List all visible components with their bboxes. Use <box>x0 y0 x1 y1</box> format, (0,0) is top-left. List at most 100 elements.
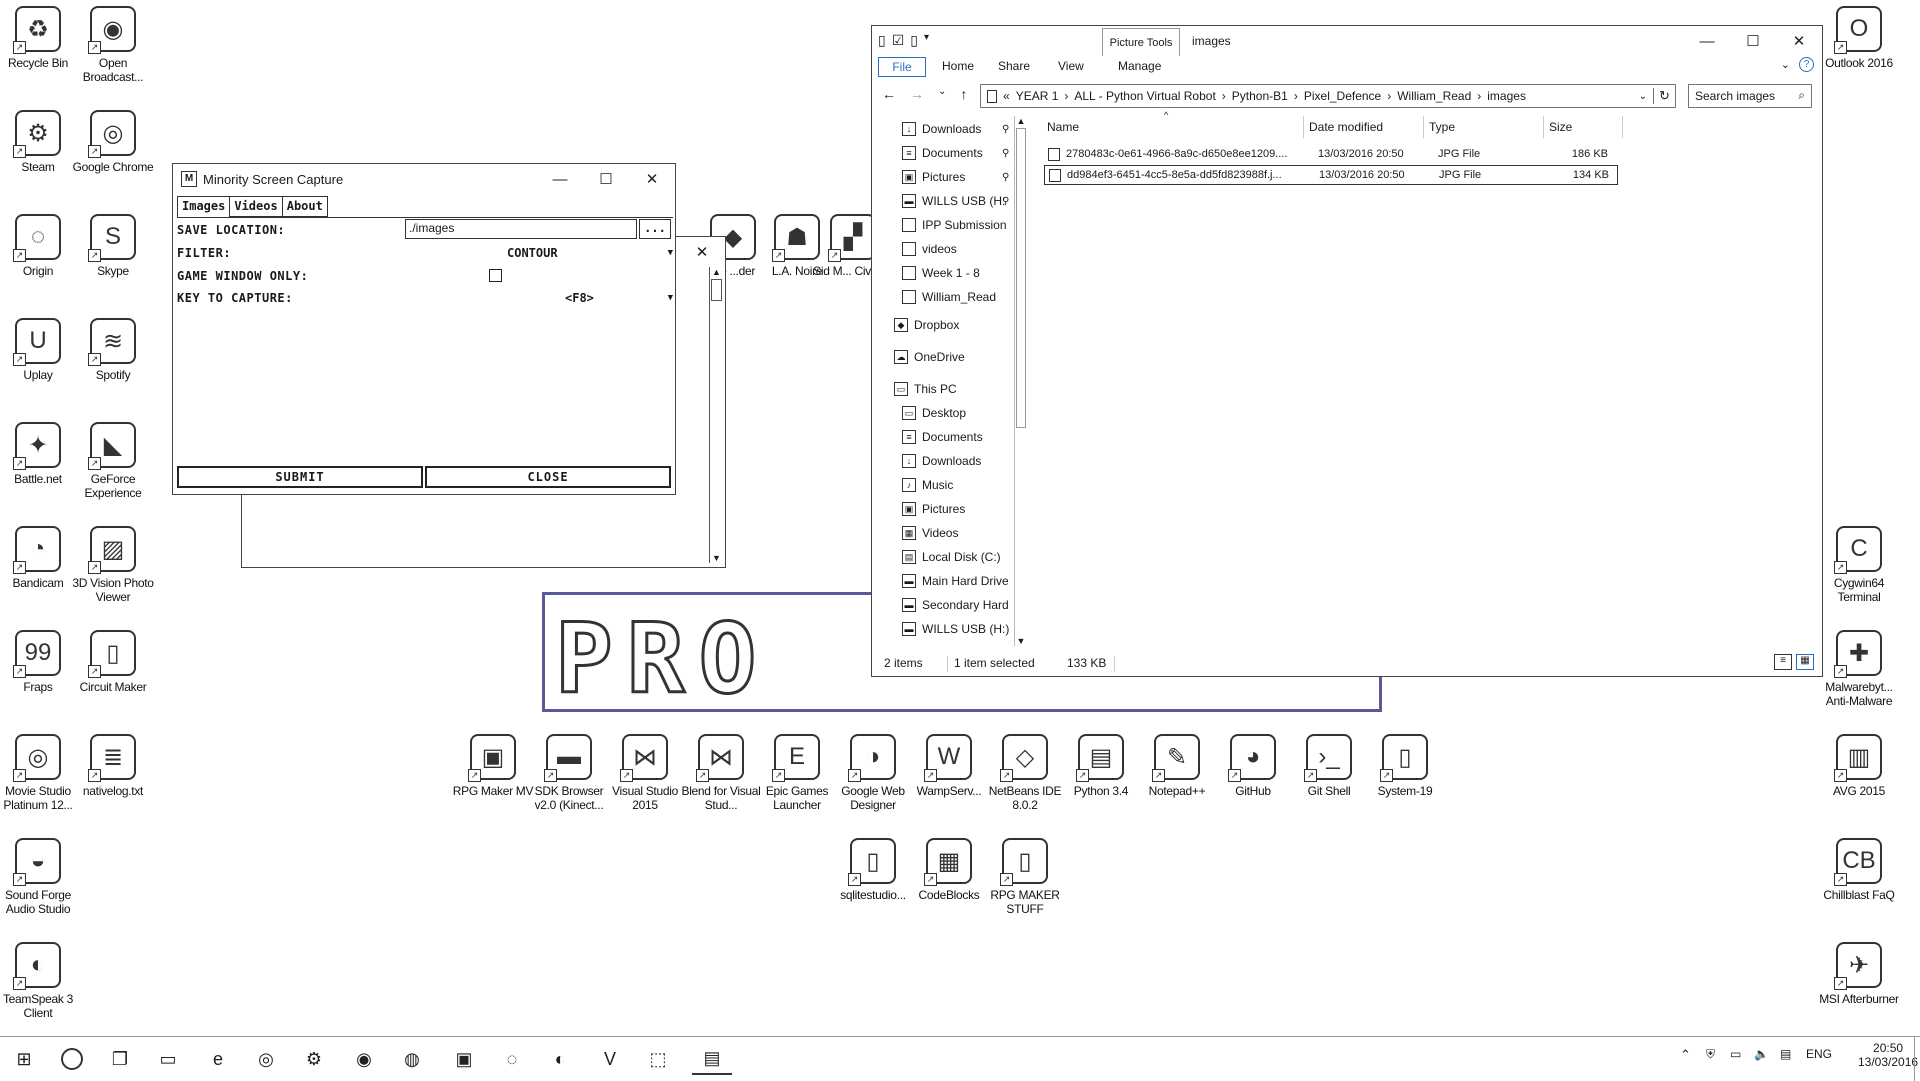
python-idle-icon[interactable]: ⬚ <box>642 1043 674 1075</box>
show-hidden-icons-icon[interactable]: ⌃ <box>1680 1047 1691 1063</box>
search-input[interactable]: Search images ⌕ <box>1688 84 1812 108</box>
desktop-icon[interactable]: U ↗ Uplay <box>0 318 79 382</box>
desktop-icon[interactable]: ◣ ↗ GeForce Experience <box>72 422 154 500</box>
steam-icon[interactable]: ⚙ <box>298 1043 330 1075</box>
volume-icon[interactable]: 🔈 <box>1754 1047 1769 1061</box>
scroll-thumb[interactable] <box>1016 128 1026 428</box>
capture-app-icon[interactable]: ▤ <box>692 1043 732 1075</box>
nav-item[interactable]: ▣ Pictures ⚲ <box>902 170 1009 184</box>
chrome-icon[interactable]: ◎ <box>250 1043 282 1075</box>
desktop-icon[interactable]: C ↗ Cygwin64 Terminal <box>1818 526 1900 604</box>
breadcrumb-6[interactable]: images <box>1487 89 1526 103</box>
desktop-icon[interactable]: 99 ↗ Fraps <box>0 630 79 694</box>
action-center-icon[interactable]: ▤ <box>1780 1047 1791 1061</box>
close-button[interactable]: ✕ <box>1776 26 1822 56</box>
desktop-icon[interactable]: ◇ ↗ NetBeans IDE 8.0.2 <box>984 734 1066 812</box>
chevron-down-icon[interactable]: ⌄ <box>1639 91 1647 102</box>
desktop-icon[interactable]: ◌ ↗ Origin <box>0 214 79 278</box>
desktop-icon[interactable]: ✦ ↗ Battle.net <box>0 422 79 486</box>
desktop-icon[interactable]: ›_ ↗ Git Shell <box>1288 734 1370 798</box>
desktop-icon[interactable]: ◔ ↗ Bandicam <box>0 526 79 590</box>
tab-home[interactable]: Home <box>942 59 974 73</box>
capture-titlebar[interactable]: M Minority Screen Capture — ☐ ✕ <box>173 164 675 194</box>
chevron-down-icon[interactable]: ▾ <box>924 32 929 49</box>
desktop-icon[interactable]: ♻ ↗ Recycle Bin <box>0 6 79 70</box>
vim-icon[interactable]: V <box>594 1043 626 1075</box>
nav-item[interactable]: ☁ OneDrive <box>894 350 965 364</box>
task-view-icon[interactable]: ❐ <box>104 1043 136 1075</box>
desktop-icon[interactable]: ⚙ ↗ Steam <box>0 110 79 174</box>
scroll-up-icon[interactable]: ▲ <box>710 267 723 277</box>
network-icon[interactable]: ▭ <box>1730 1047 1741 1061</box>
minimize-button[interactable]: — <box>537 164 583 194</box>
nav-item[interactable]: ▣ Pictures <box>902 502 965 516</box>
tab-manage[interactable]: Manage <box>1118 59 1161 73</box>
desktop-icon[interactable]: ▯ ↗ RPG MAKER STUFF <box>984 838 1066 916</box>
desktop-icon[interactable]: ◑ ↗ Google Web Designer <box>832 734 914 812</box>
minimize-button[interactable]: — <box>1684 26 1730 56</box>
pin-icon[interactable]: ⚲ <box>1002 124 1009 135</box>
desktop-icon[interactable]: E ↗ Epic Games Launcher <box>756 734 838 812</box>
desktop-icon[interactable]: ✈ ↗ MSI Afterburner <box>1818 942 1900 1006</box>
nav-item[interactable]: Week 1 - 8 <box>902 266 980 280</box>
expand-ribbon-icon[interactable]: ⌄ <box>1781 58 1790 71</box>
scrollbar[interactable]: ▲ ▼ <box>709 267 723 563</box>
column-divider[interactable] <box>1622 116 1623 138</box>
desktop-icon[interactable]: ▯ ↗ sqlitestudio... <box>832 838 914 902</box>
desktop-icon[interactable]: ⋈ ↗ Blend for Visual Stud... <box>680 734 762 812</box>
tab-view[interactable]: View <box>1058 59 1084 73</box>
pin-icon[interactable]: ⚲ <box>1002 196 1009 207</box>
desktop-icon[interactable]: ▦ ↗ CodeBlocks <box>908 838 990 902</box>
large-icons-view-icon[interactable]: ▦ <box>1796 654 1814 670</box>
file-row[interactable]: dd984ef3-6451-4cc5-8e5a-dd5fd823988f.j..… <box>1044 165 1618 185</box>
column-name[interactable]: Name <box>1047 120 1079 134</box>
desktop-icon[interactable]: ◎ ↗ Google Chrome <box>72 110 154 174</box>
nav-item[interactable]: ▭ Desktop <box>902 406 966 420</box>
teamspeak-icon[interactable]: ◐ <box>544 1043 576 1075</box>
desktop-icon[interactable]: ◕ ↗ GitHub <box>1212 734 1294 798</box>
forward-arrow-icon[interactable]: → <box>910 86 924 102</box>
column-divider[interactable] <box>1543 116 1544 138</box>
desktop-icon[interactable]: ◒ ↗ Sound Forge Audio Studio <box>0 838 79 916</box>
nav-item[interactable]: ▭ This PC <box>894 382 957 396</box>
up-arrow-icon[interactable]: ↑ <box>960 86 967 102</box>
desktop-icon[interactable]: O ↗ Outlook 2016 <box>1818 6 1900 70</box>
tab-videos[interactable]: Videos <box>229 196 283 217</box>
details-view-icon[interactable]: ≡ <box>1774 654 1792 670</box>
new-folder-icon[interactable]: ▯ <box>910 32 918 49</box>
edge-icon[interactable]: e <box>202 1043 234 1075</box>
tab-share[interactable]: Share <box>998 59 1030 73</box>
filter-select[interactable]: CONTOUR ▼ <box>503 244 673 262</box>
skype-icon[interactable]: ◍ <box>396 1043 428 1075</box>
column-size[interactable]: Size <box>1549 120 1572 134</box>
close-button[interactable]: ✕ <box>629 164 675 194</box>
nav-item[interactable]: ↓ Downloads ⚲ <box>902 122 1009 136</box>
help-icon[interactable]: ? <box>1799 57 1814 72</box>
desktop-icon[interactable]: ◎ ↗ Movie Studio Platinum 12... <box>0 734 79 812</box>
nav-item[interactable]: ▬ WILLS USB (H: ⚲ <box>902 194 1009 208</box>
pin-icon[interactable]: ⚲ <box>1002 172 1009 183</box>
close-action-button[interactable]: CLOSE <box>425 466 671 488</box>
tab-images[interactable]: Images <box>177 196 231 217</box>
nav-item[interactable]: ↓ Downloads <box>902 454 981 468</box>
show-desktop-button[interactable] <box>1914 1037 1920 1081</box>
desktop-icon[interactable]: ✚ ↗ Malwarebyt... Anti-Malware <box>1818 630 1900 708</box>
desktop-icon[interactable]: ▥ ↗ AVG 2015 <box>1818 734 1900 798</box>
close-icon[interactable]: ✕ <box>679 237 725 267</box>
desktop-icon[interactable]: ▯ ↗ System-19 <box>1364 734 1446 798</box>
desktop-icon[interactable]: ≋ ↗ Spotify <box>72 318 154 382</box>
desktop-icon[interactable]: S ↗ Skype <box>72 214 154 278</box>
file-explorer-icon[interactable]: ▭ <box>152 1043 184 1075</box>
desktop-icon[interactable]: W ↗ WampServ... <box>908 734 990 798</box>
nav-item[interactable]: ▬ WILLS USB (H:) <box>902 622 1009 636</box>
tab-about[interactable]: About <box>281 196 328 217</box>
scroll-up-icon[interactable]: ▲ <box>1015 116 1027 126</box>
desktop-icon[interactable]: ≣ ↗ nativelog.txt <box>72 734 154 798</box>
breadcrumb-0[interactable]: « <box>1003 89 1010 103</box>
desktop-icon[interactable]: ▨ ↗ 3D Vision Photo Viewer <box>72 526 154 604</box>
outlook-icon[interactable]: ▣ <box>448 1043 480 1075</box>
breadcrumb-2[interactable]: ALL - Python Virtual Robot <box>1074 89 1215 103</box>
nav-item[interactable]: ▬ Main Hard Drive <box>902 574 1009 588</box>
nav-scrollbar[interactable]: ▲ ▼ <box>1014 116 1027 646</box>
obs-icon[interactable]: ◉ <box>348 1043 380 1075</box>
